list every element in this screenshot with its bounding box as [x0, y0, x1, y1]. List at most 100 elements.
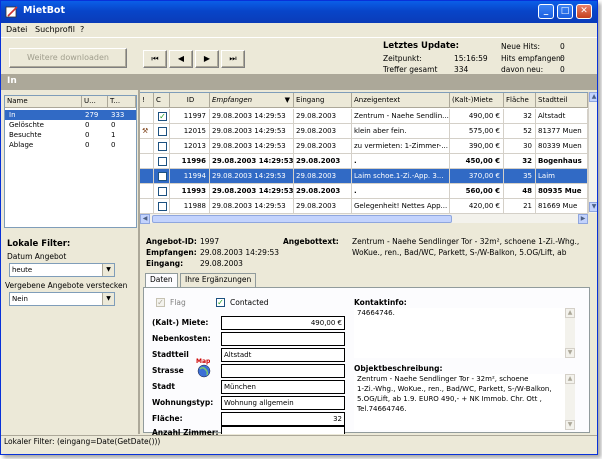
first-record-button[interactable]: ⏮	[143, 50, 167, 68]
tab-content: ✓ Flag ✓ Contacted (Kalt-) Miete: 490,00…	[143, 287, 590, 437]
table-row[interactable]: 11996 29.08.2003 14:29:53 29.08.2003. 450,0…	[140, 154, 588, 169]
scroll-up-icon[interactable]: ▲	[565, 308, 575, 318]
chevron-down-icon[interactable]: ▼	[102, 264, 114, 276]
col-received[interactable]: Empfangen ▼	[210, 93, 294, 108]
menu-datei[interactable]: Datei	[6, 25, 27, 34]
type-field[interactable]: Wohnung allgemein	[221, 396, 345, 410]
contacted-checkbox[interactable]: ✓	[158, 112, 167, 121]
rooms-field[interactable]	[221, 426, 345, 434]
app-icon	[5, 6, 18, 18]
col-flag[interactable]: !	[140, 93, 154, 108]
folder-col-name[interactable]: Name	[5, 96, 82, 108]
prev-record-button[interactable]: ◀	[169, 50, 193, 68]
next-record-button[interactable]: ▶	[195, 50, 219, 68]
offers-table[interactable]: ! C ID Empfangen ▼ Eingang Anzeigentext …	[140, 92, 588, 213]
col-adtext[interactable]: Anzeigentext	[352, 93, 450, 108]
folder-item-geloeschte[interactable]: Gelöschte 0 0	[5, 120, 136, 130]
cell-checked[interactable]	[154, 184, 170, 199]
minimize-button[interactable]: _	[538, 4, 554, 19]
street-field[interactable]	[221, 364, 345, 378]
contacted-checkbox[interactable]	[158, 157, 167, 166]
col-contacted[interactable]: C	[154, 93, 170, 108]
table-row[interactable]: ⚒ 12015 29.08.2003 14:29:53 29.08.2003 klein…	[140, 124, 588, 139]
scroll-right-icon[interactable]: ▶	[578, 214, 588, 224]
download-more-button[interactable]: Weitere downloaden	[9, 48, 127, 68]
contacted-checkbox[interactable]	[158, 187, 167, 196]
city-field[interactable]: München	[221, 380, 345, 394]
cell-rent: 390,00 €	[450, 139, 504, 154]
cell-checked[interactable]	[154, 154, 170, 169]
cell-checked[interactable]	[154, 199, 170, 213]
folder-item-besuchte[interactable]: Besuchte 0 1	[5, 130, 136, 140]
scroll-down-icon[interactable]: ▼	[565, 420, 575, 430]
table-row[interactable]: 12013 29.08.2003 14:29:53 29.08.2003 zu ver…	[140, 139, 588, 154]
col-rent[interactable]: (Kalt-)Miete	[450, 93, 504, 108]
date-filter-select[interactable]: heute ▼	[9, 263, 115, 277]
scroll-thumb[interactable]	[152, 215, 452, 223]
table-horizontal-scrollbar[interactable]: ◀ ▶	[140, 213, 588, 224]
folder-col-unread[interactable]: U...	[82, 96, 108, 108]
cell-area: 21	[504, 199, 536, 213]
cell-district: 80339 Muen	[536, 139, 588, 154]
col-district[interactable]: Stadtteil	[536, 93, 588, 108]
close-button[interactable]: ✕	[576, 4, 592, 19]
table-row[interactable]: 11994 29.08.2003 14:29:53 29.08.2003 Laim s…	[140, 169, 588, 184]
contacted-checkbox[interactable]	[158, 142, 167, 151]
scroll-left-icon[interactable]: ◀	[140, 214, 150, 224]
contacted-checkbox[interactable]	[158, 202, 167, 211]
flag-checkbox[interactable]: ✓	[156, 298, 165, 307]
col-id[interactable]: ID	[170, 93, 210, 108]
maximize-button[interactable]: □	[557, 4, 573, 19]
table-vertical-scrollbar[interactable]: ▲ ▼	[588, 92, 597, 213]
title-bar[interactable]: MietBot _ □ ✕	[1, 1, 597, 23]
folder-name: Gelöschte	[9, 121, 44, 129]
tab-daten[interactable]: Daten	[145, 273, 178, 287]
scroll-down-icon[interactable]: ▼	[589, 202, 597, 212]
cell-checked[interactable]: ✓	[154, 109, 170, 124]
chevron-down-icon[interactable]: ▼	[102, 293, 114, 305]
table-row[interactable]: ✓ 11997 29.08.2003 14:29:53 29.08.2003 Zentr…	[140, 109, 588, 124]
scroll-down-icon[interactable]: ▼	[565, 348, 575, 358]
cell-area: 52	[504, 124, 536, 139]
folder-band: In	[1, 74, 597, 90]
menu-help[interactable]: ?	[80, 25, 84, 34]
extra-costs-field[interactable]	[221, 332, 345, 346]
map-icon[interactable]: Map	[195, 358, 213, 378]
hide-filter-select[interactable]: Nein ▼	[9, 292, 115, 306]
contacted-checkbox[interactable]: ✓	[216, 298, 225, 307]
cell-recv: 29.08.2003 14:29:53	[210, 124, 294, 139]
description-memo-scrollbar[interactable]: ▲ ▼	[565, 374, 575, 430]
cell-checked[interactable]	[154, 169, 170, 184]
map-label: Map	[196, 358, 211, 365]
contacted-checkbox[interactable]	[158, 172, 167, 181]
table-row[interactable]: 11988 29.08.2003 14:29:53 29.08.2003 Gelege…	[140, 199, 588, 213]
hitsrecv-label: Hits empfangen:	[501, 54, 564, 63]
folder-col-total[interactable]: T...	[108, 96, 136, 108]
contact-memo-scrollbar[interactable]: ▲ ▼	[565, 308, 575, 358]
scroll-up-icon[interactable]: ▲	[589, 92, 597, 102]
description-line: 1-Zi.-Whg., WoKue., ren., Bad/WC, Parket…	[357, 385, 552, 393]
area-field[interactable]: 32	[221, 412, 345, 426]
folder-list[interactable]: Name U... T... In 279 333 Gelöschte 0 0 …	[4, 95, 137, 228]
col-entry[interactable]: Eingang	[294, 93, 352, 108]
col-area[interactable]: Fläche	[504, 93, 536, 108]
last-record-button[interactable]: ⏭	[221, 50, 245, 68]
rent-field[interactable]: 490,00 €	[221, 316, 345, 330]
contact-info-memo[interactable]: 74664746.	[354, 308, 574, 358]
tab-ergaenzungen[interactable]: Ihre Ergänzungen	[180, 273, 257, 287]
cell-checked[interactable]	[154, 124, 170, 139]
folder-item-in[interactable]: In 279 333	[5, 110, 136, 120]
cell-in: 29.08.2003	[294, 154, 352, 169]
contact-info-value: 74664746.	[357, 309, 395, 317]
received-value: 29.08.2003 14:29:53	[200, 248, 280, 257]
district-field[interactable]: Altstadt	[221, 348, 345, 362]
description-memo[interactable]: Zentrum - Naehe Sendlinger Tor - 32m², s…	[354, 374, 574, 430]
cell-checked[interactable]	[154, 139, 170, 154]
menu-suchprofil[interactable]: Suchprofil	[35, 25, 75, 34]
folder-item-ablage[interactable]: Ablage 0 0	[5, 140, 136, 150]
scroll-up-icon[interactable]: ▲	[565, 374, 575, 384]
cell-in: 29.08.2003	[294, 109, 352, 124]
contacted-checkbox[interactable]	[158, 127, 167, 136]
cell-flag	[140, 199, 154, 213]
table-row[interactable]: 11993 29.08.2003 14:29:53 29.08.2003. 560,0…	[140, 184, 588, 199]
